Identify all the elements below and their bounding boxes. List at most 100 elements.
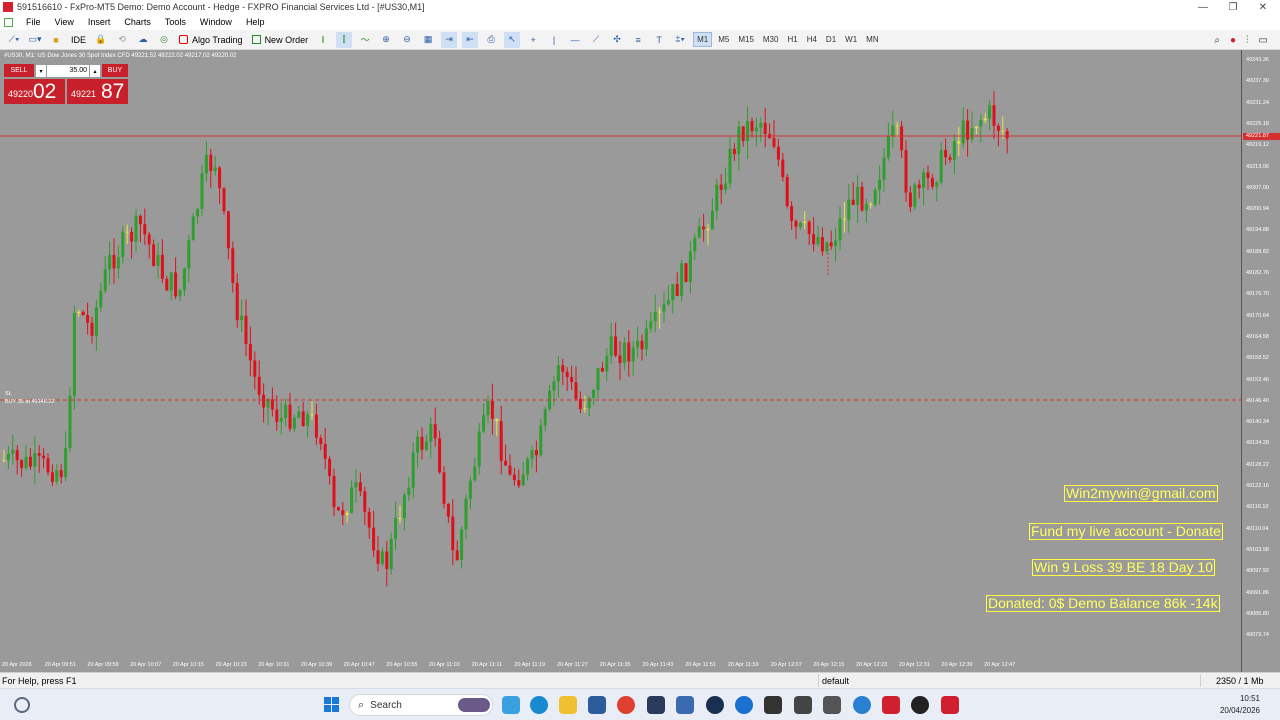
lot-input[interactable]: 35.00 xyxy=(47,65,89,77)
candle-body xyxy=(649,321,653,329)
sell-price[interactable]: 49220 02 xyxy=(4,79,65,104)
time-tick-label: 20 Apr 11:35 xyxy=(599,662,631,668)
search-icon[interactable]: ⌕ xyxy=(1214,35,1220,46)
sell-button[interactable]: SELL xyxy=(4,64,34,77)
fibonacci-icon[interactable]: ⩲▾ xyxy=(672,32,688,48)
crosshair-icon[interactable]: + xyxy=(525,32,541,48)
time-tick-label: 20 Apr 11:11 xyxy=(471,662,503,668)
facebook-icon[interactable] xyxy=(735,696,753,714)
text-icon[interactable]: T xyxy=(651,32,667,48)
menu-help[interactable]: Help xyxy=(239,17,272,27)
lot-stepper-icon[interactable]: ▴ xyxy=(90,65,100,77)
candle-body xyxy=(891,125,895,136)
channel-icon[interactable]: ≡ xyxy=(630,32,646,48)
folder-icon[interactable]: ■ xyxy=(48,32,64,48)
timeframe-m30[interactable]: M30 xyxy=(760,32,782,47)
zoom-in-icon[interactable]: ⊕ xyxy=(378,32,394,48)
scroll-chart-icon[interactable]: ⇥ xyxy=(441,31,458,48)
line-type-icon[interactable]: 〜 xyxy=(357,32,373,48)
fxpro-icon[interactable] xyxy=(882,696,900,714)
candle-body xyxy=(196,208,200,217)
lot-dropdown-icon[interactable]: ▾ xyxy=(36,65,46,77)
line-chart-icon[interactable]: ⟋▾ xyxy=(6,32,22,48)
vertical-line-icon[interactable]: | xyxy=(546,32,562,48)
app-icon xyxy=(3,2,13,12)
app-icon[interactable] xyxy=(794,696,812,714)
menu-view[interactable]: View xyxy=(48,17,81,27)
candle-body xyxy=(662,304,666,312)
calculator-icon[interactable] xyxy=(676,696,694,714)
mouse-app-icon[interactable] xyxy=(823,696,841,714)
price-axis[interactable]: 49221.87 49243.36 49237.30 49231.24 49225.1… xyxy=(1243,50,1280,672)
candle-chart-icon[interactable]: ⫿ xyxy=(336,31,353,48)
time-axis[interactable]: 20 Apr 2026 20 Apr 09:51 20 Apr 09:59 20 Ap… xyxy=(0,660,1242,672)
minimize-button[interactable]: — xyxy=(1186,0,1220,14)
timeframe-m1[interactable]: M1 xyxy=(693,32,713,47)
ide-button[interactable]: IDE xyxy=(69,32,88,48)
bar-chart-icon[interactable]: ⫾ xyxy=(315,32,331,48)
candle-body xyxy=(706,229,710,231)
menu-app-icon[interactable] xyxy=(4,17,13,27)
menu-charts[interactable]: Charts xyxy=(117,17,158,27)
search-highlight-icon[interactable] xyxy=(458,698,490,712)
close-button[interactable]: ✕ xyxy=(1246,0,1280,14)
buy-price[interactable]: 49221 87 xyxy=(67,79,128,104)
candle-body xyxy=(790,205,794,222)
chart-template-icon[interactable]: ▭▾ xyxy=(27,32,43,48)
timeframe-m5[interactable]: M5 xyxy=(715,32,732,47)
timeframe-h4[interactable]: H4 xyxy=(804,32,820,47)
copilot-icon[interactable] xyxy=(502,696,520,714)
horizontal-line-icon[interactable]: — xyxy=(567,32,583,48)
time-tick-label: 20 Apr 10:55 xyxy=(386,662,418,668)
store-icon[interactable] xyxy=(588,696,606,714)
candle-body xyxy=(680,263,684,296)
file-explorer-icon[interactable] xyxy=(559,696,577,714)
fxpro-mt5-icon[interactable] xyxy=(941,696,959,714)
chart-shift-icon[interactable]: ⇤ xyxy=(462,31,479,48)
lock-icon[interactable]: 🔒 xyxy=(93,32,109,48)
globe-icon[interactable]: ◎ xyxy=(156,32,172,48)
time-tick-label: 20 Apr 10:31 xyxy=(258,662,290,668)
github-icon[interactable] xyxy=(911,696,929,714)
timeframe-m15[interactable]: M15 xyxy=(735,32,757,47)
timeframe-w1[interactable]: W1 xyxy=(842,32,860,47)
menu-window[interactable]: Window xyxy=(193,17,239,27)
terminal-icon[interactable] xyxy=(647,696,665,714)
buy-button[interactable]: BUY xyxy=(102,64,128,77)
system-clock[interactable]: 10:51 20/04/2026 xyxy=(1220,693,1260,717)
steam-icon[interactable] xyxy=(706,696,724,714)
menu-tools[interactable]: Tools xyxy=(158,17,193,27)
photos-icon[interactable] xyxy=(764,696,782,714)
chart-window[interactable]: #US30, M1: US Dow Jones 30 Spot Index CF… xyxy=(0,50,1280,672)
cursor-icon[interactable]: ↖ xyxy=(504,31,521,48)
zoom-out-icon[interactable]: ⊖ xyxy=(399,32,415,48)
chrome-icon[interactable] xyxy=(617,696,635,714)
new-order-button[interactable]: New Order xyxy=(250,32,311,48)
candle-body xyxy=(99,290,103,308)
timeframe-h1[interactable]: H1 xyxy=(784,32,800,47)
menu-insert[interactable]: Insert xyxy=(81,17,118,27)
candle-body xyxy=(495,418,499,422)
trendline-icon[interactable]: ⟋ xyxy=(588,32,604,48)
plot-area[interactable] xyxy=(0,50,1242,672)
maximize-button[interactable]: ❐ xyxy=(1216,0,1250,14)
screenshot-icon[interactable]: ⎙ xyxy=(483,32,499,48)
timeframe-mn[interactable]: MN xyxy=(863,32,881,47)
menu-file[interactable]: File xyxy=(19,17,48,27)
teamviewer-icon[interactable] xyxy=(853,696,871,714)
objects-icon[interactable]: ✣ xyxy=(609,32,625,48)
edge-icon[interactable] xyxy=(530,696,548,714)
signal-icon[interactable]: ⫶ xyxy=(1246,35,1249,46)
refresh-icon[interactable]: ⟲ xyxy=(114,32,130,48)
layout-icon[interactable]: ▭ xyxy=(1259,35,1268,46)
timeframe-d1[interactable]: D1 xyxy=(823,32,839,47)
time-tick-label: 20 Apr 10:39 xyxy=(300,662,333,668)
market-icon[interactable]: ☁ xyxy=(135,32,151,48)
notifications-icon[interactable]: ● xyxy=(1230,35,1236,46)
algo-trading-button[interactable]: Algo Trading xyxy=(177,32,245,48)
candle-body xyxy=(948,157,952,160)
start-button[interactable] xyxy=(324,697,339,712)
time-tick-label: 20 Apr 12:07 xyxy=(770,662,802,668)
widgets-icon[interactable] xyxy=(14,697,30,713)
tile-windows-icon[interactable]: ▦ xyxy=(420,32,436,48)
